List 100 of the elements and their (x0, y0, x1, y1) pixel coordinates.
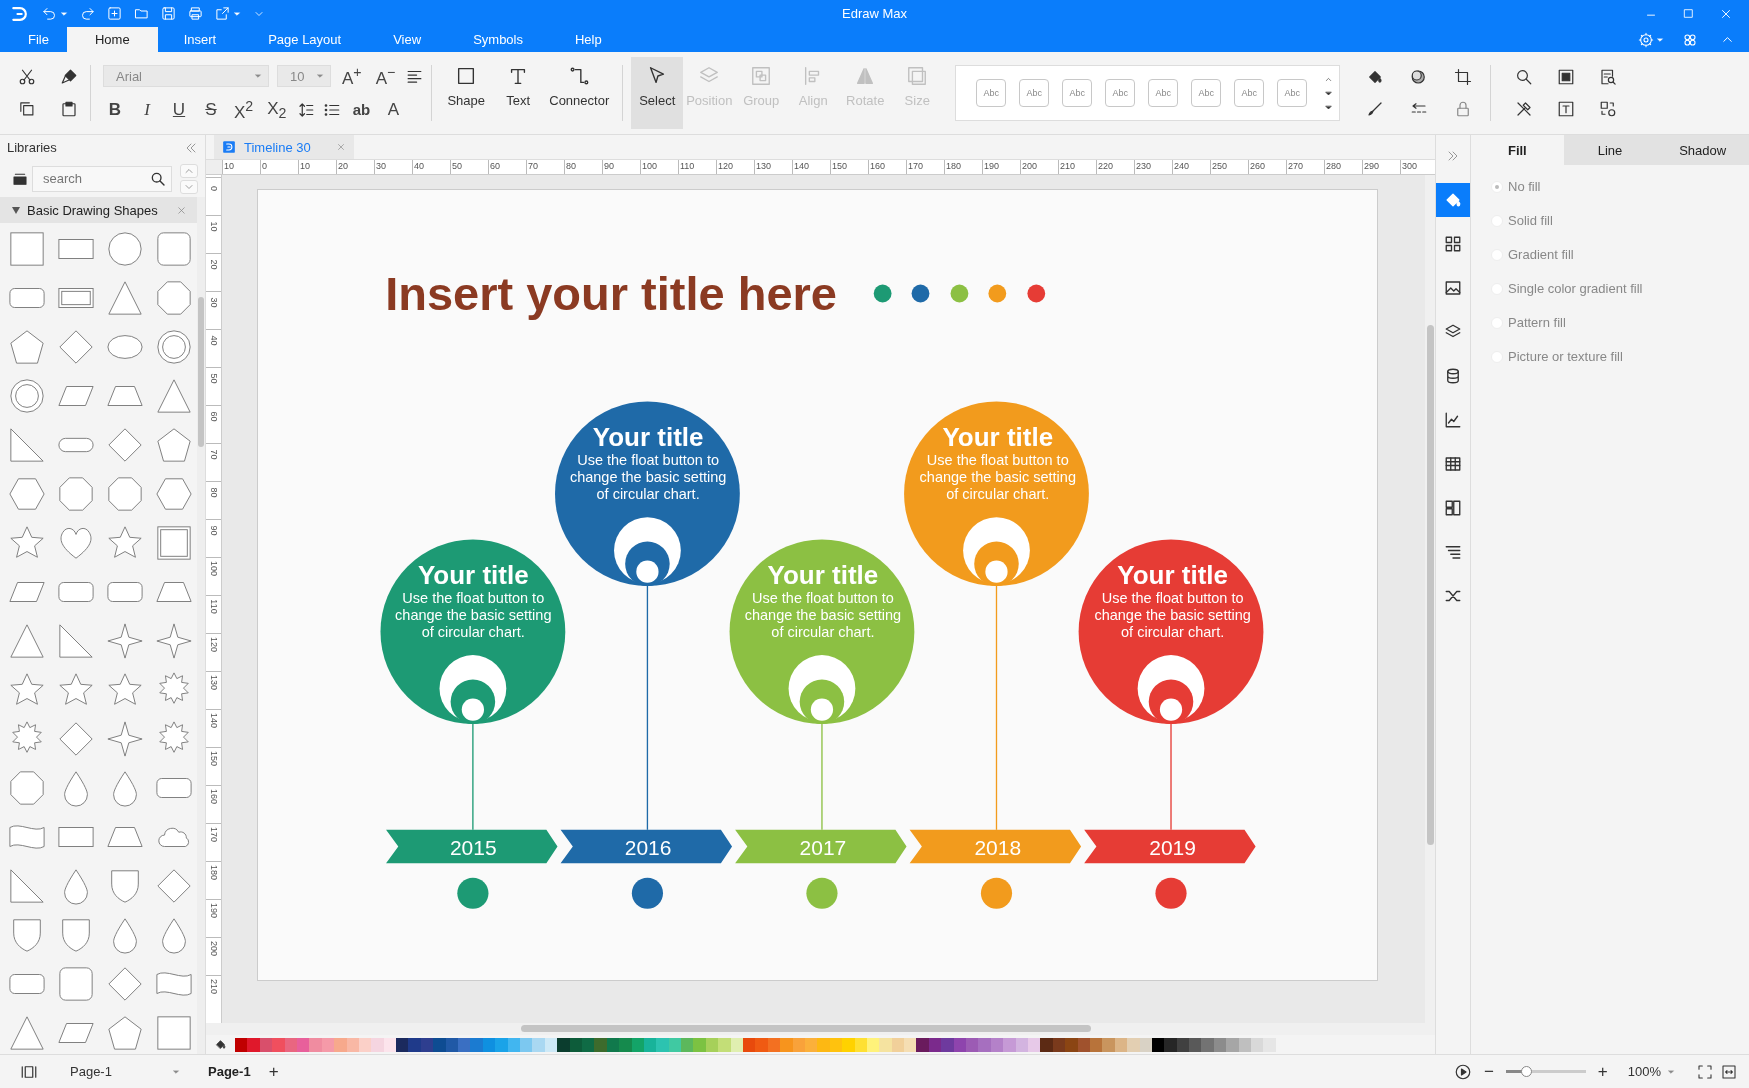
ruler-label: 60 (209, 411, 218, 422)
ruler-label: 140 (209, 713, 218, 728)
ruler-label: 50 (209, 373, 218, 384)
style-swatch[interactable]: Abc (1191, 79, 1222, 107)
menu-tab[interactable]: Help (549, 27, 628, 52)
search-field[interactable]: search (32, 165, 172, 192)
milestone-title: Your title (766, 558, 880, 591)
ruler-label: 20 (209, 259, 218, 270)
ruler-label: 180 (944, 160, 982, 174)
style-swatch[interactable]: Abc (1277, 79, 1308, 107)
menu-tab[interactable]: View (367, 27, 448, 52)
ruler-label: 130 (209, 675, 218, 690)
ruler-label: 70 (526, 160, 564, 174)
italic-button[interactable]: I (135, 99, 159, 120)
ruler-label: 80 (564, 160, 602, 174)
ruler-label: 170 (906, 160, 944, 174)
ruler-label: 90 (209, 525, 218, 536)
ruler-label: 70 (209, 449, 218, 460)
style-swatch[interactable]: Abc (1019, 79, 1050, 107)
section-title: Basic Drawing Shapes (27, 202, 159, 218)
year-label: 2017 (798, 835, 848, 862)
bold-button[interactable]: B (103, 99, 127, 120)
ruler-label: 30 (209, 297, 218, 308)
font-dropdown[interactable]: Arial (103, 65, 269, 88)
shrink-font-button[interactable]: A$^{−}$ (372, 63, 399, 89)
ruler-label: 280 (1324, 160, 1362, 174)
fill-option-label[interactable]: Solid fill (1508, 213, 1553, 228)
font-size-dropdown[interactable]: 10 (277, 65, 331, 88)
milestone-text: Use the float button to change the basic setting of circular chart. (918, 452, 1077, 504)
page-dropdown[interactable]: Page-1 (70, 1064, 180, 1079)
strikethrough-button[interactable]: S (199, 99, 223, 120)
menu-tab[interactable]: Home (66, 27, 158, 52)
window-title: Edraw Max (842, 6, 907, 21)
year-label: 2018 (973, 835, 1023, 862)
ruler-label: 10 (298, 160, 336, 174)
ruler-label: 270 (1286, 160, 1324, 174)
style-swatch[interactable]: Abc (1105, 79, 1136, 107)
text-case-button[interactable]: ab (349, 101, 374, 119)
ruler-label: 0 (260, 160, 298, 174)
ruler-label: 180 (209, 865, 218, 880)
fill-option-label[interactable]: No fill (1508, 179, 1541, 194)
milestone-title: Your title (1116, 558, 1229, 591)
ruler-label: 160 (868, 160, 906, 174)
zoom-dropdown[interactable]: 100% (1627, 1064, 1675, 1079)
fill-option-label[interactable]: Single color gradient fill (1508, 281, 1643, 296)
ruler-label: 50 (450, 160, 488, 174)
style-swatch[interactable]: Abc (976, 79, 1007, 107)
milestone-text: Use the float button to change the basic setting of circular chart. (743, 590, 903, 642)
underline-button[interactable]: U (167, 99, 191, 120)
milestone-text: Use the float button to change the basic setting of circular chart. (394, 590, 553, 642)
ruler-label: 170 (209, 827, 218, 842)
grow-font-button[interactable]: A$^{+}$ (339, 63, 365, 89)
libraries-title: Libraries (7, 140, 57, 155)
menu-tab[interactable]: File (10, 27, 67, 52)
add-page-button[interactable]: + (264, 1061, 283, 1082)
library-section-header[interactable]: Basic Drawing Shapes (0, 197, 197, 223)
ruler-label: 10 (209, 221, 218, 232)
fill-option-label[interactable]: Gradient fill (1508, 247, 1574, 262)
style-swatch[interactable]: Abc (1148, 79, 1179, 107)
ruler-label: 40 (209, 335, 218, 346)
ruler-label: 90 (602, 160, 640, 174)
panel-tab[interactable]: Fill (1471, 135, 1564, 165)
ruler-label: 200 (209, 941, 218, 956)
tool-button[interactable]: Shape (440, 57, 493, 129)
ruler-label: 80 (209, 487, 218, 498)
zoom-out-button[interactable]: − (1479, 1061, 1498, 1082)
milestone-title: Your title (416, 558, 530, 591)
font-color-button[interactable]: A (381, 99, 406, 120)
milestone-text: Use the float button to change the basic setting of circular chart. (1093, 590, 1252, 642)
ruler-label: 130 (754, 160, 792, 174)
fill-option-label[interactable]: Pattern fill (1508, 315, 1566, 330)
ruler-label: 240 (1172, 160, 1210, 174)
superscript-button[interactable]: X$^{2}$ (231, 97, 257, 123)
milestone-text: Use the float button to change the basic setting of circular chart. (568, 452, 728, 504)
tool-button[interactable]: Connector (544, 57, 615, 129)
ruler-label: 10 (222, 160, 260, 174)
document-tab[interactable]: Timeline 30 (214, 135, 354, 159)
ruler-label: 250 (1210, 160, 1248, 174)
year-label: 2019 (1148, 835, 1197, 862)
menu-tab[interactable]: Insert (157, 27, 243, 52)
menu-tab[interactable]: Symbols (447, 27, 549, 52)
subscript-button[interactable]: X$_{2}$ (264, 98, 290, 121)
tool-button[interactable]: Select (631, 57, 684, 129)
diagram-title: Insert your title here (385, 265, 837, 322)
ruler-label: 40 (412, 160, 450, 174)
ruler-label: 110 (678, 160, 716, 174)
ruler-label: 60 (488, 160, 526, 174)
tool-button[interactable]: Text (492, 57, 545, 129)
fill-option-label[interactable]: Picture or texture fill (1508, 349, 1623, 364)
style-swatch[interactable]: Abc (1234, 79, 1265, 107)
ruler-label: 210 (1058, 160, 1096, 174)
page-tab[interactable]: Page-1 (202, 1063, 257, 1080)
ruler-label: 190 (982, 160, 1020, 174)
menu-tab[interactable]: Page Layout (242, 27, 368, 52)
milestone-title: Your title (941, 420, 1055, 453)
ruler-label: 20 (336, 160, 374, 174)
zoom-in-button[interactable]: + (1593, 1061, 1612, 1082)
style-swatch[interactable]: Abc (1062, 79, 1093, 107)
ruler-label: 260 (1248, 160, 1286, 174)
ruler-label: 230 (1134, 160, 1172, 174)
